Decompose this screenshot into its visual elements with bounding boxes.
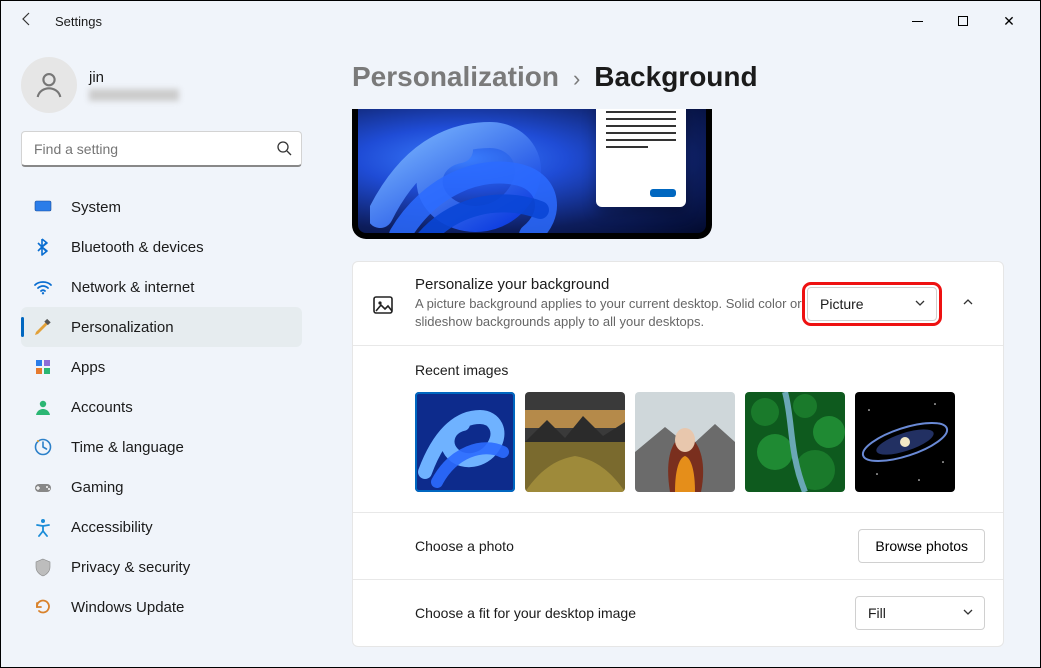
minimize-button[interactable] [894, 5, 940, 37]
related-settings-heading: Related settings [352, 665, 1004, 667]
nav-item-gaming[interactable]: Gaming [21, 467, 302, 507]
choose-photo-label: Choose a photo [415, 538, 858, 554]
nav-item-label: System [71, 199, 290, 216]
select-value: Picture [820, 296, 864, 312]
nav-item-personalization[interactable]: Personalization [21, 307, 302, 347]
preview-mini-window [596, 109, 686, 207]
nav-item-label: Accounts [71, 399, 290, 416]
clock-icon [33, 437, 53, 457]
back-button[interactable] [9, 11, 45, 32]
nav-item-accounts[interactable]: Accounts [21, 387, 302, 427]
app-title: Settings [55, 14, 102, 29]
bluetooth-icon [33, 237, 53, 257]
user-block[interactable]: jin [21, 57, 302, 113]
nav-item-accessibility[interactable]: Accessibility [21, 507, 302, 547]
nav-item-system[interactable]: System [21, 187, 302, 227]
breadcrumb: Personalization › Background [352, 61, 1004, 93]
fit-select[interactable]: Fill [855, 596, 985, 630]
bg-desc: A picture background applies to your cur… [415, 295, 807, 331]
nav-item-label: Gaming [71, 479, 290, 496]
fit-select-value: Fill [868, 605, 886, 621]
nav-item-label: Bluetooth & devices [71, 239, 290, 256]
breadcrumb-sep: › [573, 66, 580, 92]
nav-item-label: Personalization [71, 319, 290, 336]
recent-images-section: Recent images [353, 345, 1003, 512]
recent-image-thumb[interactable] [635, 392, 735, 492]
wifi-icon [33, 277, 53, 297]
recent-image-thumb[interactable] [745, 392, 845, 492]
recent-images-label: Recent images [415, 362, 985, 378]
recent-image-thumb[interactable] [415, 392, 515, 492]
browse-photos-button[interactable]: Browse photos [858, 529, 985, 563]
accessibility-icon [33, 517, 53, 537]
fit-row: Choose a fit for your desktop image Fill [353, 579, 1003, 646]
nav-item-apps[interactable]: Apps [21, 347, 302, 387]
recent-image-thumb[interactable] [525, 392, 625, 492]
apps-icon [33, 357, 53, 377]
sidebar: jin System Bluetooth & devices Network & i… [1, 41, 316, 667]
search-box[interactable] [21, 131, 302, 167]
background-type-select[interactable]: Picture [807, 287, 937, 321]
nav-item-privacy[interactable]: Privacy & security [21, 547, 302, 587]
nav-item-label: Privacy & security [71, 559, 290, 576]
image-icon [371, 293, 395, 317]
nav-item-time[interactable]: Time & language [21, 427, 302, 467]
maximize-button[interactable] [940, 5, 986, 37]
user-name: jin [89, 69, 179, 86]
user-subline [89, 89, 179, 101]
choose-photo-row: Choose a photo Browse photos [353, 512, 1003, 579]
shield-icon [33, 557, 53, 577]
nav-item-bluetooth[interactable]: Bluetooth & devices [21, 227, 302, 267]
bg-title: Personalize your background [415, 276, 807, 293]
recent-images-thumbs [415, 392, 985, 492]
paint-icon [33, 317, 53, 337]
nav-list: System Bluetooth & devices Network & inter… [21, 187, 302, 627]
gamepad-icon [33, 477, 53, 497]
person-icon [33, 397, 53, 417]
close-button[interactable]: ✕ [986, 5, 1032, 37]
search-icon [276, 140, 292, 156]
chevron-down-icon [962, 605, 974, 621]
desktop-preview [352, 109, 712, 239]
update-icon [33, 597, 53, 617]
breadcrumb-current: Background [594, 61, 757, 93]
breadcrumb-parent[interactable]: Personalization [352, 61, 559, 93]
main-content: Personalization › Background [316, 41, 1040, 667]
search-input[interactable] [21, 131, 302, 167]
recent-image-thumb[interactable] [855, 392, 955, 492]
card-collapse-toggle[interactable] [951, 287, 985, 321]
nav-item-label: Accessibility [71, 519, 290, 536]
nav-item-label: Time & language [71, 439, 290, 456]
monitor-icon [33, 197, 53, 217]
background-card: Personalize your background A picture ba… [352, 261, 1004, 647]
fit-label: Choose a fit for your desktop image [415, 605, 855, 621]
nav-item-update[interactable]: Windows Update [21, 587, 302, 627]
chevron-down-icon [914, 296, 926, 312]
nav-item-label: Apps [71, 359, 290, 376]
nav-item-label: Network & internet [71, 279, 290, 296]
nav-item-label: Windows Update [71, 599, 290, 616]
nav-item-network[interactable]: Network & internet [21, 267, 302, 307]
avatar [21, 57, 77, 113]
titlebar: Settings ✕ [1, 1, 1040, 41]
chevron-up-icon [962, 295, 974, 313]
